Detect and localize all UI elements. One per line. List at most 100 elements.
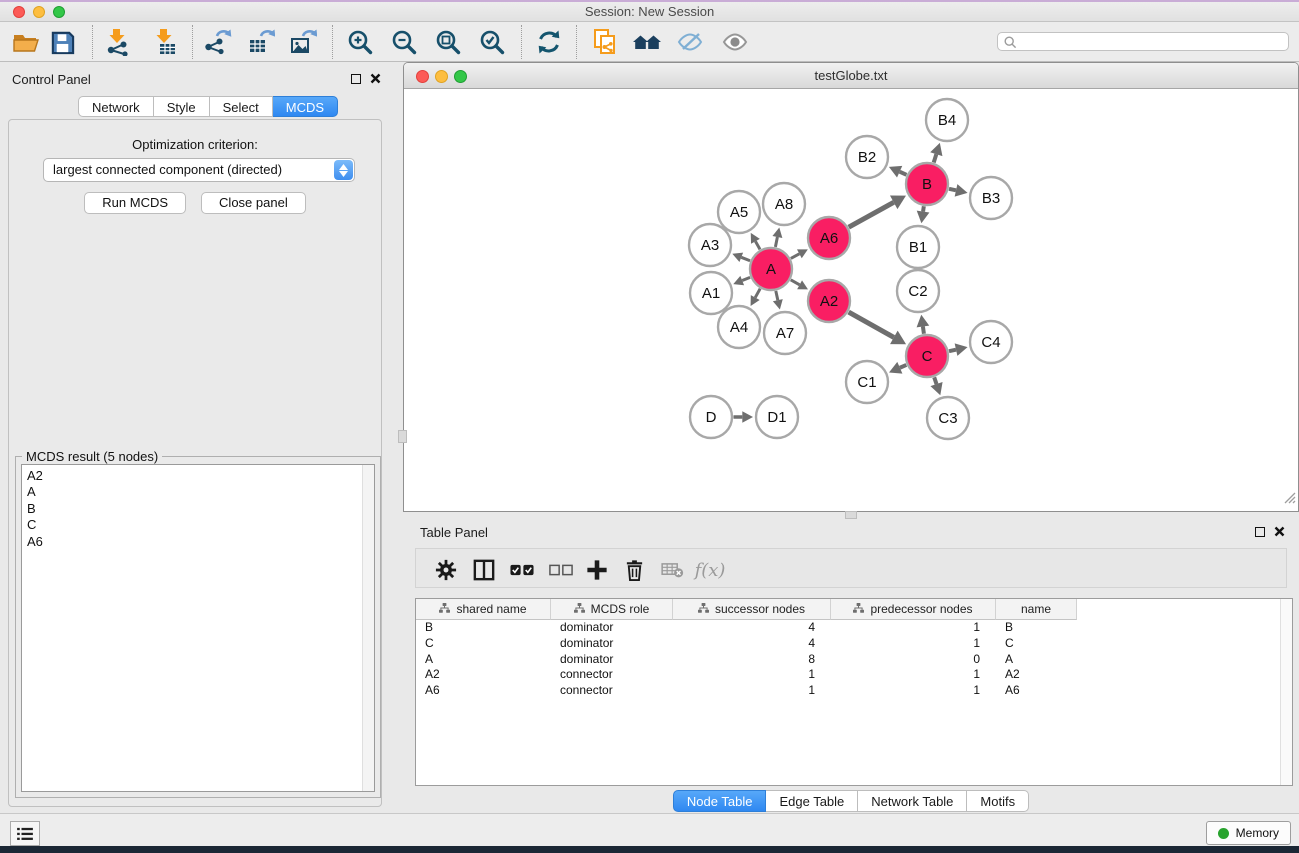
control-panel-tabs: NetworkStyleSelectMCDS — [78, 96, 338, 117]
tab-motifs[interactable]: Motifs — [967, 790, 1029, 812]
close-window-button[interactable] — [13, 6, 25, 18]
edge-B-B4[interactable] — [934, 154, 937, 162]
table-row[interactable]: A2connector11A2 — [416, 667, 1292, 683]
column-header-mcds-role[interactable]: MCDS role — [551, 599, 673, 620]
minimize-window-button[interactable] — [33, 6, 45, 18]
edge-C-C4[interactable] — [949, 350, 956, 352]
tab-edge-table[interactable]: Edge Table — [766, 790, 858, 812]
table-row[interactable]: A6connector11A6 — [416, 683, 1292, 699]
table-row[interactable]: Bdominator41B — [416, 620, 1292, 636]
open-session-icon[interactable] — [10, 27, 40, 57]
show-all-icon[interactable] — [720, 27, 750, 57]
tab-network[interactable]: Network — [78, 96, 154, 117]
edge-C-C2[interactable] — [923, 326, 924, 333]
import-network-icon[interactable] — [103, 27, 133, 57]
edge-A-A6[interactable] — [791, 254, 800, 259]
resize-grip-icon[interactable] — [1283, 491, 1296, 509]
edge-A-A3[interactable] — [741, 257, 750, 260]
export-image-icon[interactable] — [288, 27, 318, 57]
column-header-label: predecessor nodes — [870, 602, 972, 616]
home-icon[interactable] — [632, 27, 662, 57]
edge-A-A8[interactable] — [775, 237, 777, 247]
close-panel-icon[interactable] — [1274, 526, 1285, 537]
graph-node-label: A7 — [776, 325, 794, 342]
run-mcds-button[interactable]: Run MCDS — [84, 192, 186, 214]
edge-A-A4[interactable] — [755, 289, 760, 298]
tab-node-table[interactable]: Node Table — [673, 790, 767, 812]
network-window-titlebar[interactable]: testGlobe.txt — [404, 63, 1298, 89]
export-network-icon[interactable] — [203, 27, 233, 57]
edge-C-C3[interactable] — [934, 377, 936, 384]
result-item[interactable]: C — [22, 517, 374, 533]
hide-selected-icon[interactable] — [675, 27, 705, 57]
tab-network-table[interactable]: Network Table — [858, 790, 967, 812]
edge-A-A5[interactable] — [755, 241, 760, 249]
result-item[interactable]: A2 — [22, 468, 374, 484]
zoom-network-button[interactable] — [454, 70, 467, 83]
graph-node-label: C2 — [908, 283, 927, 300]
table-toolbar: f(x) — [415, 548, 1287, 588]
tab-style[interactable]: Style — [154, 96, 210, 117]
task-history-button[interactable] — [10, 821, 40, 846]
zoom-in-icon[interactable] — [345, 27, 375, 57]
graph-node-label: A5 — [730, 204, 748, 221]
column-header-predecessor-nodes[interactable]: predecessor nodes — [831, 599, 996, 620]
app-title: Session: New Session — [0, 2, 1299, 22]
import-table-icon[interactable] — [150, 27, 180, 57]
search-icon — [1004, 36, 1017, 49]
function-builder-icon[interactable]: f(x) — [697, 557, 723, 583]
table-row[interactable]: Cdominator41C — [416, 636, 1292, 652]
result-item[interactable]: A6 — [22, 534, 374, 550]
select-all-columns-icon[interactable] — [509, 557, 535, 583]
edge-A6-B[interactable] — [849, 202, 894, 227]
table-mode-gear-icon[interactable] — [433, 557, 459, 583]
edge-C-C1[interactable] — [900, 365, 907, 368]
close-network-button[interactable] — [416, 70, 429, 83]
edge-A-A2[interactable] — [791, 280, 800, 285]
mcds-result-list[interactable]: A2ABCA6 — [21, 464, 375, 792]
unselect-all-columns-icon[interactable] — [548, 557, 574, 583]
zoom-fit-icon[interactable] — [433, 27, 463, 57]
splitter-handle[interactable] — [398, 430, 407, 443]
network-canvas[interactable]: AA1A2A3A4A5A6A7A8BB1B2B3B4CC1C2C3C4DD1 — [404, 89, 1298, 511]
zoom-selected-icon[interactable] — [477, 27, 507, 57]
export-table-icon[interactable] — [246, 27, 276, 57]
memory-button[interactable]: Memory — [1206, 821, 1291, 845]
edge-A2-C[interactable] — [849, 312, 894, 337]
edge-B-B3[interactable] — [949, 189, 956, 191]
delete-table-icon[interactable] — [659, 557, 685, 583]
add-column-icon[interactable] — [584, 557, 610, 583]
float-panel-icon[interactable] — [1255, 527, 1265, 537]
tab-select[interactable]: Select — [210, 96, 273, 117]
zoom-out-icon[interactable] — [389, 27, 419, 57]
table-row[interactable]: Adominator80A — [416, 652, 1292, 668]
edge-A-A7[interactable] — [776, 291, 778, 300]
edge-B-B1[interactable] — [923, 206, 924, 211]
edge-A-A1[interactable] — [742, 277, 750, 280]
save-session-icon[interactable] — [47, 27, 77, 57]
zoom-window-button[interactable] — [53, 6, 65, 18]
table-cell: dominator — [551, 652, 673, 668]
new-network-from-selection-icon[interactable] — [590, 27, 620, 57]
column-header-name[interactable]: name — [996, 599, 1077, 620]
table-scrollbar[interactable] — [1280, 599, 1292, 785]
show-columns-icon[interactable] — [471, 557, 497, 583]
column-header-shared-name[interactable]: shared name — [416, 599, 551, 620]
close-panel-icon[interactable] — [370, 73, 381, 84]
delete-columns-icon[interactable] — [621, 557, 647, 583]
edge-B-B2[interactable] — [900, 172, 907, 175]
column-header-successor-nodes[interactable]: successor nodes — [673, 599, 831, 620]
optimization-criterion-select[interactable]: largest connected component (directed) — [43, 158, 355, 182]
minimize-network-button[interactable] — [435, 70, 448, 83]
close-panel-button[interactable]: Close panel — [201, 192, 306, 214]
graph-node-label: B4 — [938, 112, 956, 129]
tab-mcds[interactable]: MCDS — [273, 96, 338, 117]
search-input[interactable] — [1022, 33, 1282, 50]
result-item[interactable]: B — [22, 501, 374, 517]
refresh-view-icon[interactable] — [534, 27, 564, 57]
graph-node-label: A — [766, 261, 776, 278]
result-item[interactable]: A — [22, 484, 374, 500]
network-window-title: testGlobe.txt — [404, 63, 1298, 89]
float-panel-icon[interactable] — [351, 74, 361, 84]
result-scrollbar[interactable] — [362, 465, 374, 791]
